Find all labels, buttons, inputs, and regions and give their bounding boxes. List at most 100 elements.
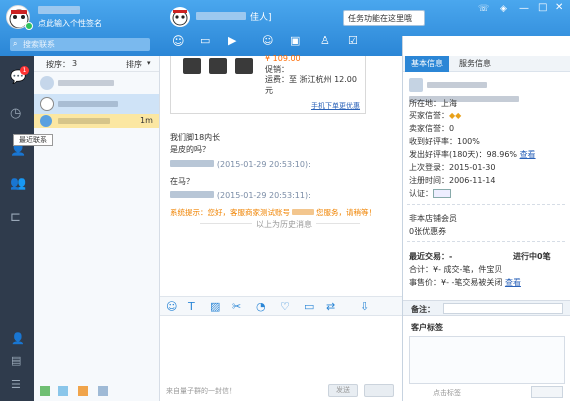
app-icon-3[interactable] (78, 386, 88, 396)
nav-store[interactable]: ⊏ (0, 204, 34, 232)
tooltip-text: 任务功能在这里哦 (348, 14, 412, 23)
card-icon[interactable]: ▭ (304, 300, 314, 313)
app-icon-2[interactable] (58, 386, 68, 396)
tooltip-task: 任务功能在这里哦 (343, 10, 425, 26)
panda-avatar-icon (172, 10, 188, 26)
skin-icon[interactable]: ◈ (500, 4, 507, 14)
store-icon: ⊏ (10, 210, 21, 225)
image-icon[interactable]: ▨ (210, 300, 220, 313)
info-register: 注册时间：2006-11-14 (409, 176, 496, 185)
info-tabs: 基本信息 服务信息 (403, 56, 570, 72)
chat-toolbar: ☺ ▭ ▶ ☺ ▣ ♙ ☑ (172, 34, 372, 50)
contact-time: 1m (140, 116, 153, 125)
info-last-login: 上次登录：2015-01-30 (409, 163, 496, 172)
sort-dropdown[interactable]: 排序 (126, 59, 142, 70)
help-icon[interactable]: ▤ (11, 354, 21, 367)
chat-message: 在马？ (170, 177, 194, 186)
remark-input[interactable] (443, 303, 563, 314)
sort-label: 按序： (46, 60, 70, 69)
info-recent-trade: 最近交易：- (409, 252, 453, 261)
app-icon-4[interactable] (98, 386, 108, 396)
view-refund-link[interactable]: 查看 (505, 278, 521, 287)
tab-basic-info[interactable]: 基本信息 (405, 56, 449, 72)
nav-recent[interactable]: ◷ (0, 100, 34, 128)
tag-box[interactable] (409, 336, 565, 384)
contact-list-header: 按序： 3 排序 ▾ (34, 56, 159, 72)
history-label: 以上为历史消息 (252, 219, 316, 230)
refund-text: 事售价：¥- -笔交易被关闭 (409, 278, 503, 287)
app-icon-1[interactable] (40, 386, 50, 396)
add-contact-icon[interactable]: ☺ (262, 34, 273, 47)
search-placeholder: 搜索联系 (23, 40, 55, 49)
font-icon[interactable]: T (188, 300, 195, 313)
task-icon[interactable]: ☑ (348, 34, 358, 47)
tag-add-button[interactable] (531, 386, 563, 398)
contact-name-blurred (58, 101, 118, 107)
message-meta: (2015-01-29 20:53:11): (170, 191, 311, 201)
input-footer: 来自量子群的一封信！ (166, 387, 236, 395)
message-input[interactable] (160, 317, 402, 385)
contact-count: 3 (72, 59, 78, 68)
customer-avatar (409, 78, 423, 92)
mobile-order-link[interactable]: 手机下单更优惠 (311, 101, 360, 111)
system-text: 系统提示：您好，客服商家测试账号 (170, 208, 290, 217)
contact-row-selected[interactable] (34, 94, 159, 114)
input-toolbar: ☺ T ▨ ✂ ◔ ♡ ▭ ⇄ ⇩ (160, 296, 402, 316)
screen-share-icon[interactable]: ▣ (290, 34, 300, 47)
file-icon[interactable]: ▭ (200, 34, 210, 47)
nav-messages[interactable]: 💬 1 (0, 64, 34, 92)
info-coupon: 0张优惠券 (409, 227, 447, 236)
contact-row[interactable] (34, 74, 159, 92)
search-icon: ⌕ (13, 39, 18, 48)
chat-panel: ¥ 109.00 促销： 运费：至 浙江杭州 12.00 元 手机下单更优惠 我… (160, 54, 402, 401)
message-timestamp: (2015-01-29 20:53:11): (216, 191, 311, 200)
online-status-icon[interactable] (25, 22, 33, 30)
contact-row-active[interactable]: 1m (34, 114, 159, 128)
user-settings-icon[interactable]: 👤 (11, 332, 25, 345)
unread-badge: 1 (20, 66, 29, 75)
tab-service-info[interactable]: 服务信息 (453, 56, 497, 72)
chat-avatar[interactable] (170, 7, 190, 27)
screenshot-icon[interactable]: ✂ (232, 300, 241, 313)
maximize-icon[interactable]: □ (538, 2, 547, 13)
message-meta: (2015-01-29 20:53:10): (170, 160, 311, 170)
search-box[interactable]: ⌕ 搜索联系 (10, 38, 150, 51)
diamond-icon: ◆◆ (449, 111, 462, 120)
shipping-info: 运费：至 浙江杭州 12.00 元 (265, 75, 357, 95)
group-icon: 👥 (10, 176, 27, 191)
minimize-icon[interactable]: — (519, 3, 529, 14)
product-card[interactable]: ¥ 109.00 促销： 运费：至 浙江杭州 12.00 元 手机下单更优惠 (170, 54, 366, 114)
info-received-rate: 收到好评率：100% (409, 137, 480, 146)
left-nav: 💬 1 ◷ 最近联系 👤 👥 ⊏ 👤 ▤ ☰ (0, 56, 53, 401)
send-options-button[interactable] (364, 384, 394, 397)
chat-title: 佳人] (250, 13, 272, 23)
emoji-icon[interactable]: ☺ (172, 34, 185, 48)
view-link[interactable]: 查看 (520, 150, 536, 159)
menu-icon[interactable]: ☰ (11, 378, 21, 391)
verified-badge-icon (433, 189, 451, 198)
heart-icon[interactable]: ♡ (280, 300, 290, 313)
nav-groups[interactable]: 👥 (0, 170, 34, 198)
chat-title-blurred (196, 12, 246, 20)
history-icon[interactable]: ◔ (256, 300, 266, 313)
close-icon[interactable]: ✕ (555, 2, 563, 13)
verify-label: 认证： (409, 189, 433, 198)
info-member: 非本店铺会员 (409, 214, 457, 223)
info-buyer-credit: 买家信誉：◆◆ (409, 110, 461, 121)
emoji-icon[interactable]: ☺ (166, 300, 177, 313)
notify-icon[interactable]: ♙ (320, 34, 330, 47)
info-seller-credit: 卖家信誉：0 (409, 124, 455, 133)
divider (407, 241, 565, 242)
shop-blurred (292, 209, 314, 215)
transfer-icon[interactable]: ⇄ (326, 300, 335, 313)
phone-icon[interactable]: ☏ (478, 4, 489, 14)
video-icon[interactable]: ▶ (228, 34, 236, 47)
info-verify: 认证： (409, 188, 451, 199)
tag-footer[interactable]: 点击标签 (433, 388, 461, 398)
product-price: ¥ 109.00 (265, 54, 301, 63)
send-button[interactable]: 发送 (328, 384, 358, 397)
customer-name-blurred (427, 82, 487, 88)
signature-input[interactable]: 点此输入个性签名 (38, 18, 102, 29)
message-timestamp: (2015-01-29 20:53:10): (216, 160, 311, 169)
more-icon[interactable]: ⇩ (360, 300, 369, 313)
